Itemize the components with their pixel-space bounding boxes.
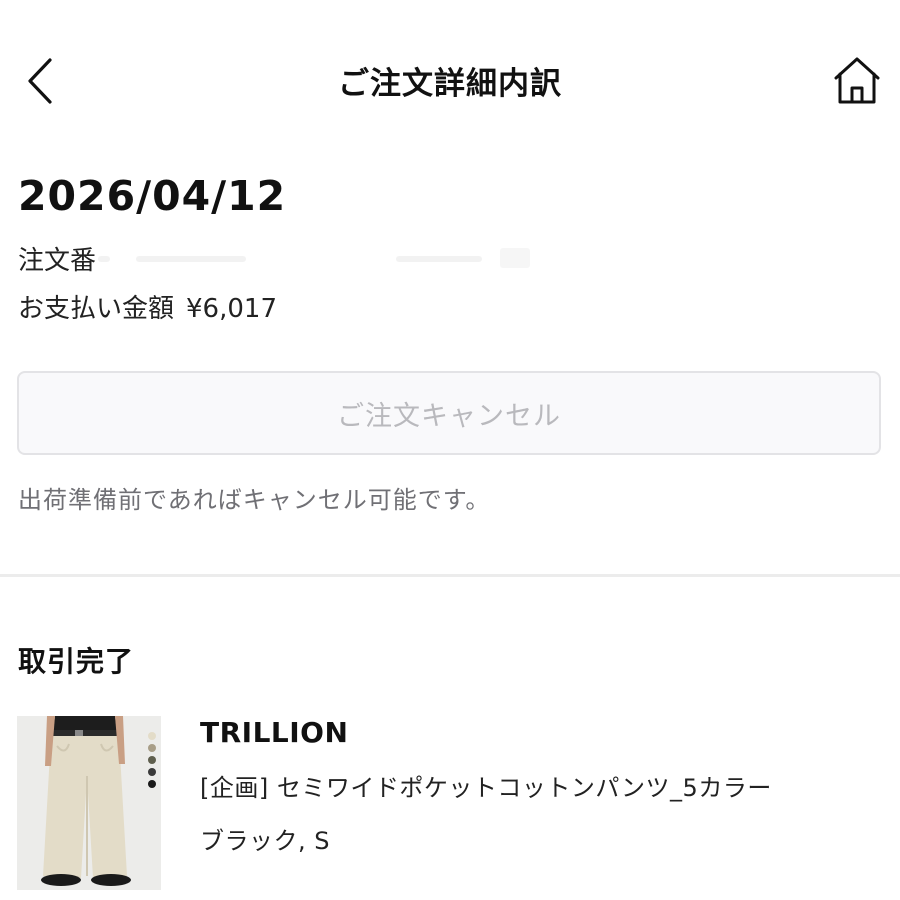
- header-bar: ご注文詳細内訳: [0, 0, 900, 160]
- cancel-order-button[interactable]: ご注文キャンセル: [17, 371, 881, 455]
- cancel-note: 出荷準備前であればキャンセル可能です。: [18, 486, 491, 514]
- product-variant: ブラック, S: [200, 827, 330, 855]
- redacted-order-number: [96, 241, 553, 276]
- product-brand[interactable]: TRILLION: [200, 716, 348, 749]
- product-thumbnail[interactable]: [17, 716, 161, 890]
- payment-amount-row: お支払い金額 ¥6,017: [18, 288, 277, 325]
- product-image: [17, 716, 161, 890]
- product-name[interactable]: [企画] セミワイドポケットコットンパンツ_5カラー: [200, 768, 772, 803]
- transaction-status: 取引完了: [18, 645, 135, 678]
- order-number-label: 注文番: [18, 246, 97, 276]
- page-title: ご注文詳細内訳: [338, 66, 562, 102]
- home-icon: [834, 57, 880, 104]
- order-number: 注文番: [18, 240, 553, 277]
- order-date: 2026/04/12: [18, 172, 287, 220]
- payment-amount: ¥6,017: [186, 294, 277, 324]
- section-divider: [0, 574, 900, 577]
- payment-label: お支払い金額: [18, 294, 175, 324]
- home-button[interactable]: [826, 52, 886, 110]
- order-detail-page: ご注文詳細内訳 2026/04/12 注文番 お支払い金額 ¥6,017 ご注文キ…: [0, 0, 900, 900]
